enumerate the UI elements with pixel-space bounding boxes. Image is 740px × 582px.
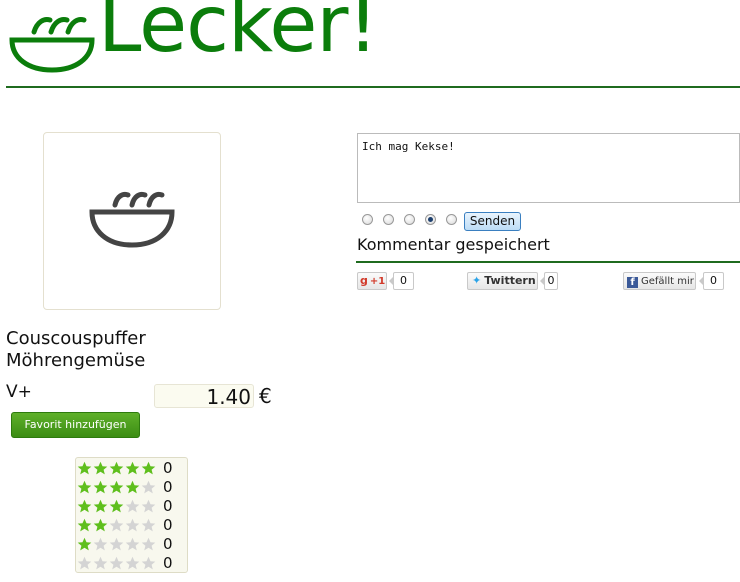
- tweet-count: 0: [540, 272, 558, 290]
- star-filled-icon: [93, 461, 108, 475]
- star-filled-icon: [77, 537, 92, 551]
- header-divider: [6, 86, 740, 88]
- star-filled-icon: [125, 461, 140, 475]
- star-empty-icon: [141, 499, 156, 513]
- rating-radio-4[interactable]: [425, 214, 436, 225]
- twitter-bird-icon: ✦: [472, 274, 482, 287]
- gplus-label: +1: [369, 276, 386, 287]
- rating-row: 0: [77, 554, 173, 572]
- star-filled-icon: [93, 518, 108, 532]
- star-empty-icon: [141, 480, 156, 494]
- star-empty-icon: [125, 537, 140, 551]
- star-empty-icon: [109, 518, 124, 532]
- rating-radio-3[interactable]: [404, 214, 415, 225]
- star-empty-icon: [77, 556, 92, 570]
- rating-count: 0: [163, 554, 173, 572]
- dish-image: [43, 132, 221, 310]
- tweet-label: Twittern: [484, 274, 536, 287]
- rating-count: 0: [163, 459, 173, 477]
- rating-radio-2[interactable]: [383, 214, 394, 225]
- site-title[interactable]: Lecker!: [98, 0, 379, 64]
- comment-status: Kommentar gespeichert: [357, 235, 550, 254]
- comment-divider: [356, 261, 740, 263]
- star-rating-icon: [77, 556, 156, 570]
- rating-row: 0: [77, 497, 173, 515]
- rating-radio-5[interactable]: [446, 214, 457, 225]
- rating-count: 0: [163, 535, 173, 553]
- rating-row: 0: [77, 535, 173, 553]
- star-filled-icon: [125, 480, 140, 494]
- star-empty-icon: [141, 518, 156, 532]
- rating-radio-1[interactable]: [362, 214, 373, 225]
- star-filled-icon: [141, 461, 156, 475]
- tweet-button[interactable]: ✦ Twittern: [467, 272, 538, 290]
- rating-count: 0: [163, 478, 173, 496]
- star-filled-icon: [93, 480, 108, 494]
- star-empty-icon: [93, 556, 108, 570]
- star-rating-icon: [77, 518, 156, 532]
- star-filled-icon: [77, 461, 92, 475]
- star-empty-icon: [125, 556, 140, 570]
- facebook-icon: f: [627, 277, 638, 288]
- gplus-count: 0: [389, 272, 414, 290]
- star-rating-icon: [77, 480, 156, 494]
- add-favorite-button[interactable]: Favorit hinzufügen: [11, 412, 140, 438]
- star-empty-icon: [141, 537, 156, 551]
- facebook-like-label: Gefällt mir: [641, 276, 694, 287]
- star-filled-icon: [109, 480, 124, 494]
- star-empty-icon: [93, 537, 108, 551]
- rating-summary: 000000: [75, 457, 188, 573]
- dish-name: Couscouspuffer Möhrengemüse: [6, 328, 146, 371]
- star-rating-icon: [77, 537, 156, 551]
- send-button[interactable]: Senden: [464, 212, 521, 231]
- facebook-count: 0: [699, 272, 724, 290]
- rating-row: 0: [77, 478, 173, 496]
- price-value: 1.40: [154, 384, 254, 409]
- star-filled-icon: [77, 480, 92, 494]
- star-empty-icon: [125, 499, 140, 513]
- star-filled-icon: [109, 499, 124, 513]
- star-rating-icon: [77, 461, 156, 475]
- star-filled-icon: [109, 461, 124, 475]
- star-empty-icon: [125, 518, 140, 532]
- star-filled-icon: [93, 499, 108, 513]
- star-filled-icon: [77, 499, 92, 513]
- gplus-icon: g: [360, 274, 368, 287]
- star-empty-icon: [109, 537, 124, 551]
- star-filled-icon: [77, 518, 92, 532]
- facebook-like-button[interactable]: f Gefällt mir: [623, 272, 696, 290]
- diet-tag: V+: [6, 382, 32, 402]
- comment-textarea[interactable]: Ich mag Kekse!: [357, 133, 740, 203]
- star-empty-icon: [109, 556, 124, 570]
- rating-row: 0: [77, 459, 173, 477]
- star-rating-icon: [77, 499, 156, 513]
- gplus-button[interactable]: g +1: [357, 272, 387, 290]
- rating-count: 0: [163, 497, 173, 515]
- bowl-icon: [89, 191, 175, 248]
- currency-symbol: €: [259, 384, 272, 408]
- star-empty-icon: [141, 556, 156, 570]
- rating-count: 0: [163, 516, 173, 534]
- rating-row: 0: [77, 516, 173, 534]
- bowl-logo-icon: [9, 17, 95, 73]
